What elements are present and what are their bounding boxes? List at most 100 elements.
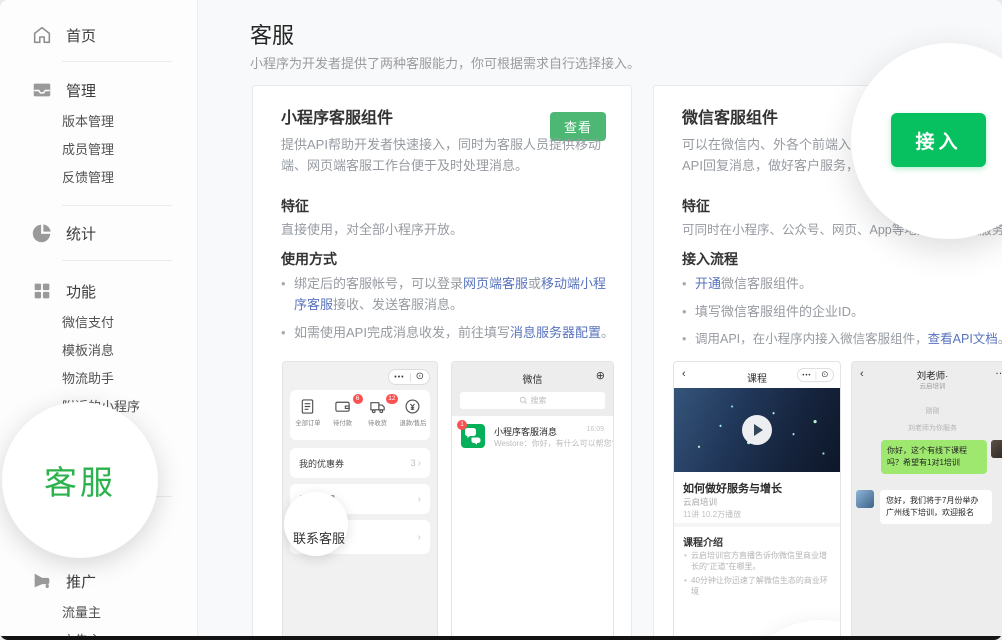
chat-timestamp: 刚刚	[852, 406, 1002, 416]
chat-preview: Westore：你好，有什么可以帮您?	[494, 438, 614, 449]
flow-step: 开通微信客服组件。	[682, 273, 1002, 294]
sidebar-item-manage[interactable]: 管理	[0, 76, 197, 104]
mockup-service-chat: ‹ 刘老师· 云启培训 … 刚刚 刘老师为你服务 你好，这个有线下课程吗？希望有…	[851, 361, 1002, 640]
page-title: 客服	[250, 18, 294, 50]
message-server-config-link[interactable]: 消息服务器配置	[510, 325, 601, 340]
usage-heading: 使用方式	[281, 249, 337, 269]
intro-point: 云启培训官方直播告诉你微信里商业增长的“正道”在哪里。	[683, 550, 832, 572]
chatlist-header: 微信 ⊕ 搜索	[452, 362, 613, 416]
sidebar-item-template-message[interactable]: 模板消息	[0, 337, 197, 365]
web-customer-service-link[interactable]: 网页端客服	[463, 276, 528, 291]
sidebar-item-features[interactable]: 功能	[0, 277, 197, 305]
capsule-target-icon: ⊙	[411, 372, 429, 382]
mockup-course-screen: ‹ 课程 ••• ⊙ 如何做好服务与增长 云启培训 11讲 10.2万播放 课程…	[673, 361, 841, 640]
divider	[62, 61, 172, 62]
shortcut-all-orders: 全部订单	[293, 398, 323, 428]
connect-button[interactable]: 接入	[891, 113, 986, 167]
chevron-right-icon	[418, 532, 421, 543]
sidebar-item-traffic-owner[interactable]: 流量主	[0, 599, 197, 627]
card-title: 小程序客服组件	[281, 104, 393, 128]
divider	[674, 523, 840, 527]
api-doc-link[interactable]: 查看API文档	[928, 332, 998, 346]
outgoing-message-bubble: 你好，这个有线下课程吗？希望有1对1培训	[881, 440, 987, 474]
mockup-wechat-chatlist: 微信 ⊕ 搜索 1 小程序客服消息 16:09 Westore：你好，有什么可以…	[451, 361, 614, 640]
flow-heading: 接入流程	[682, 249, 738, 269]
page-subtitle: 小程序为开发者提供了两种客服能力，你可根据需求自行选择接入。	[250, 53, 640, 72]
flow-list: 开通微信客服组件。 填写微信客服组件的企业ID。 调用API，在小程序内接入微信…	[682, 273, 1002, 357]
feature-heading: 特征	[682, 196, 710, 216]
sidebar-item-wechat-pay[interactable]: 微信支付	[0, 309, 197, 337]
sidebar-item-label: 管理	[66, 80, 96, 101]
pie-chart-icon	[31, 222, 53, 244]
chat-list-item: 1 小程序客服消息 16:09 Westore：你好，有什么可以帮您?	[452, 424, 613, 460]
intro-heading: 课程介绍	[683, 534, 723, 549]
sidebar-item-member-manage[interactable]: 成员管理	[0, 136, 197, 164]
feature-text: 直接使用，对全部小程序开放。	[281, 219, 463, 238]
service-chat-avatar: 1	[461, 424, 485, 448]
sidebar-item-home[interactable]: 首页	[0, 21, 197, 49]
video-title: 如何做好服务与增长	[683, 480, 782, 496]
flow-step: 调用API，在小程序内接入微信客服组件，查看API文档。	[682, 329, 1002, 350]
sidebar-item-statistics[interactable]: 统计	[0, 219, 197, 247]
window-bottom-edge	[0, 636, 1002, 640]
sidebar-item-label: 统计	[66, 223, 96, 244]
divider	[62, 205, 172, 206]
plus-icon: ⊕	[596, 369, 605, 382]
truck-icon	[369, 398, 386, 415]
home-icon	[31, 24, 53, 46]
refund-icon	[404, 398, 421, 415]
avatar-user	[991, 440, 1002, 458]
list-item-coupons: 我的优惠券 3	[290, 448, 430, 478]
intro-point: 40分钟让你迅速了解微信生态的商业环境	[683, 575, 832, 597]
chatlist-title: 微信	[452, 371, 613, 386]
order-list-icon	[299, 398, 316, 415]
video-org: 云启培训	[683, 496, 717, 508]
wallet-icon	[334, 398, 351, 415]
shortcut-refund: 退款/售后	[398, 398, 428, 428]
megaphone-icon	[31, 570, 53, 592]
avatar-teacher	[856, 490, 874, 508]
wechat-miniprogram-console: 首页 管理 版本管理 成员管理 反馈管理 统计 功能 微信支付 模板消息 物流助…	[0, 0, 1002, 640]
grid-icon	[31, 280, 53, 302]
capsule-target-icon: ⊙	[817, 371, 833, 380]
order-shortcut-panel: 全部订单 6 待付款 12 待收货 退款/售后	[290, 390, 430, 440]
chat-contact-org: 云启培训	[852, 380, 1002, 390]
card-description: 提供API帮助开发者快速接入，同时为客服人员提供移动端、网页端客服工作台便于及时…	[281, 134, 615, 176]
miniprogram-capsule: ••• ⊙	[388, 369, 430, 385]
sidebar-item-logistics[interactable]: 物流助手	[0, 365, 197, 393]
chat-title: 小程序客服消息	[494, 425, 557, 438]
contact-service-label: 联系客服	[293, 528, 345, 547]
unread-badge: 1	[457, 420, 467, 430]
card-miniprogram-customer-service: 小程序客服组件 查看 提供API帮助开发者快速接入，同时为客服人员提供移动端、网…	[252, 85, 632, 640]
main-content: 客服 小程序为开发者提供了两种客服能力，你可根据需求自行选择接入。 小程序客服组…	[198, 0, 1002, 640]
search-bar: 搜索	[460, 392, 605, 409]
shortcut-to-receive: 12 待收货	[363, 398, 393, 428]
chevron-right-icon	[418, 494, 421, 505]
flow-step: 填写微信客服组件的企业ID。	[682, 301, 1002, 322]
chat-time: 16:09	[586, 426, 604, 433]
card-title: 微信客服组件	[682, 104, 778, 128]
open-wechat-cs-link[interactable]: 开通	[695, 276, 721, 291]
more-dots-icon: •••	[389, 374, 409, 381]
usage-item: 如需使用API完成消息收发，前往填写消息服务器配置。	[281, 322, 619, 343]
mockup-orders-screen: ••• ⊙ 全部订单 6 待付款 12	[282, 361, 438, 640]
search-icon	[519, 396, 528, 405]
sidebar-item-promotion[interactable]: 推广	[0, 567, 197, 595]
sidebar-item-label: 首页	[66, 25, 96, 46]
more-dots-icon: •••	[798, 372, 816, 378]
shortcut-to-pay: 6 待付款	[328, 398, 358, 428]
usage-list: 绑定后的客服帐号，可以登录网页端客服或移动端小程序客服接收、发送客服消息。 如需…	[281, 273, 619, 350]
spotlight-circle-customer-service[interactable]: 客服	[2, 402, 158, 558]
sidebar-item-label: 推广	[66, 571, 96, 592]
play-icon	[742, 415, 772, 445]
sidebar: 首页 管理 版本管理 成员管理 反馈管理 统计 功能 微信支付 模板消息 物流助…	[0, 0, 198, 640]
sidebar-item-version-manage[interactable]: 版本管理	[0, 108, 197, 136]
badge: 6	[353, 394, 363, 404]
divider	[62, 260, 172, 261]
card-wechat-customer-service: 微信客服组件 可以在微信内、外各个前端入口接 API回复消息，做好客户服务，了 …	[653, 85, 1002, 640]
sidebar-item-label: 功能	[66, 281, 96, 302]
inbox-icon	[31, 79, 53, 101]
usage-item: 绑定后的客服帐号，可以登录网页端客服或移动端小程序客服接收、发送客服消息。	[281, 273, 619, 315]
video-thumbnail	[674, 388, 840, 472]
sidebar-item-feedback-manage[interactable]: 反馈管理	[0, 164, 197, 192]
